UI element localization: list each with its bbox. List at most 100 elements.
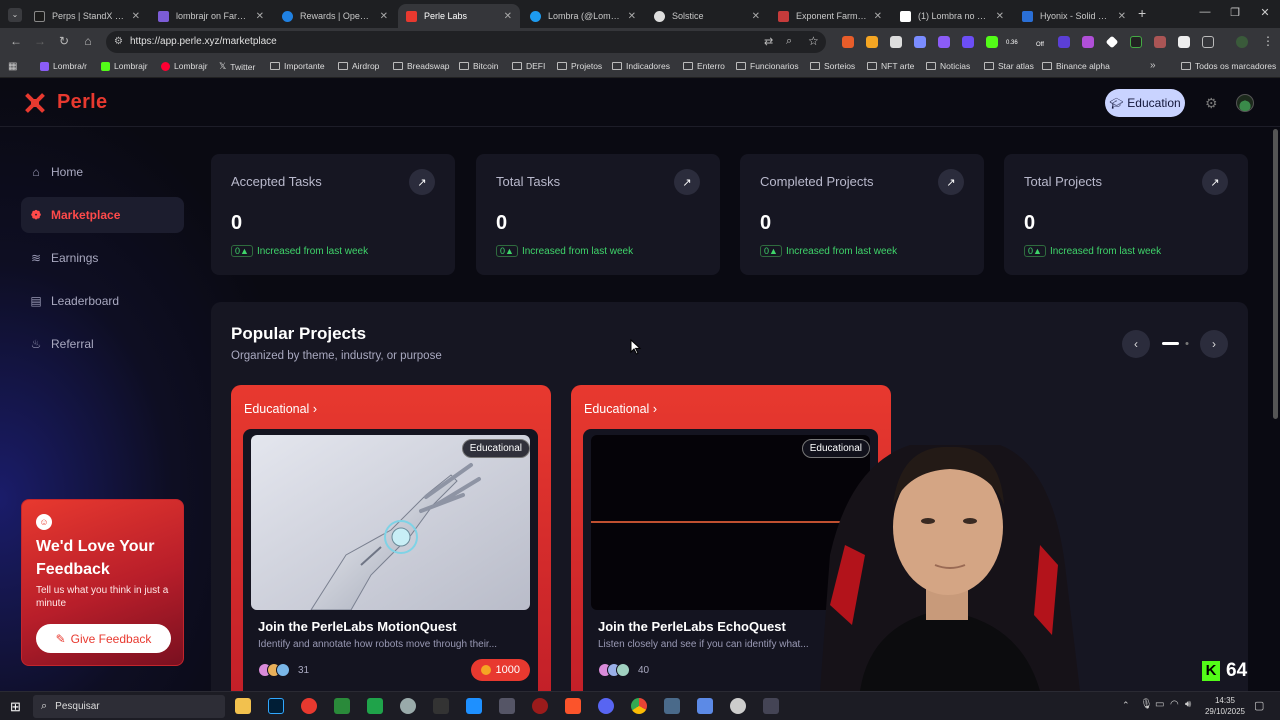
app-settings-icon[interactable] xyxy=(763,698,779,714)
app-blue-icon[interactable] xyxy=(466,698,482,714)
app-dark-icon[interactable] xyxy=(499,698,515,714)
all-bookmarks-folder[interactable]: Todos os marcadores xyxy=(1181,61,1276,71)
tab-search-icon[interactable]: ⌄ xyxy=(8,8,22,22)
new-tab-icon[interactable]: + xyxy=(1138,5,1146,21)
bookmark-star-icon[interactable]: ☆ xyxy=(808,34,819,48)
more-menu-icon[interactable]: ⋮ xyxy=(1262,34,1274,48)
bookmark-item[interactable]: Lombrajr xyxy=(161,61,208,71)
bookmark-item[interactable]: 𝕏 Twitter xyxy=(219,61,255,72)
arrow-up-right-icon[interactable]: ↗ xyxy=(938,169,964,195)
page-scrollbar[interactable] xyxy=(1273,129,1278,419)
bookmark-folder[interactable]: Sorteios xyxy=(810,61,855,71)
extension-chart-icon[interactable] xyxy=(1130,36,1142,48)
bookmark-folder[interactable]: DEFI xyxy=(512,61,545,71)
app-red-icon[interactable] xyxy=(301,698,317,714)
windows-start-icon[interactable]: ⊞ xyxy=(10,699,21,715)
close-icon[interactable]: ✕ xyxy=(996,11,1004,22)
extension-cloud-icon[interactable] xyxy=(914,36,926,48)
extension-brown-icon[interactable] xyxy=(1154,36,1166,48)
reload-icon[interactable]: ↻ xyxy=(56,34,72,48)
epic-games-icon[interactable] xyxy=(433,698,449,714)
tray-overflow-icon[interactable]: ⌃ xyxy=(1122,700,1130,711)
tab-farcaster[interactable]: lombrajr on Farcaster✕ xyxy=(150,4,272,28)
give-feedback-button[interactable]: ✎ Give Feedback xyxy=(36,624,171,653)
arrow-up-right-icon[interactable]: ↗ xyxy=(674,169,700,195)
file-explorer-icon[interactable] xyxy=(235,698,251,714)
tab-opensea[interactable]: Rewards | OpenSea ✕ xyxy=(274,4,396,28)
bookmark-folder[interactable]: Breadswap xyxy=(393,61,450,71)
volume-icon[interactable]: 🔊︎ xyxy=(1185,699,1191,710)
bookmark-folder[interactable]: Noticias xyxy=(926,61,970,71)
restore-icon[interactable]: ❐ xyxy=(1220,6,1250,19)
chrome-icon[interactable] xyxy=(631,698,647,714)
project-category[interactable]: Educational › xyxy=(244,402,317,416)
bookmark-folder[interactable]: Bitcoin xyxy=(459,61,499,71)
url-bar[interactable]: ⚙ https://app.perle.xyz/marketplace ⇄ ⌕ … xyxy=(106,31,826,53)
carousel-next-button[interactable]: › xyxy=(1200,330,1228,358)
notification-icon[interactable]: ▢ xyxy=(1254,699,1264,712)
close-icon[interactable]: ✕ xyxy=(380,11,388,22)
bookmark-folder[interactable]: NFT arte xyxy=(867,61,914,71)
extension-p-icon[interactable] xyxy=(1058,36,1070,48)
photoshop-icon[interactable] xyxy=(268,698,284,714)
profile-avatar-icon[interactable] xyxy=(1236,36,1248,48)
brave-icon[interactable] xyxy=(565,698,581,714)
app-gray-icon[interactable] xyxy=(400,698,416,714)
extension-square-icon[interactable] xyxy=(1178,36,1190,48)
arrow-up-right-icon[interactable]: ↗ xyxy=(409,169,435,195)
wifi-icon[interactable]: ◠ xyxy=(1170,699,1179,710)
close-icon[interactable]: ✕ xyxy=(256,11,264,22)
bookmark-folder[interactable]: Binance alpha xyxy=(1042,61,1110,71)
project-category[interactable]: Educational › xyxy=(584,402,657,416)
sidebar-item-referral[interactable]: ♨ Referral xyxy=(21,326,184,362)
extension-wallet-icon[interactable] xyxy=(890,36,902,48)
arrow-up-right-icon[interactable]: ↗ xyxy=(1202,169,1228,195)
window-close-icon[interactable]: ✕ xyxy=(1250,6,1280,19)
close-icon[interactable]: ✕ xyxy=(1118,11,1126,22)
tab-standx[interactable]: Perps | StandX Perps✕ xyxy=(26,4,148,28)
sidebar-item-leaderboard[interactable]: ▤ Leaderboard xyxy=(21,283,184,319)
app-green-icon[interactable] xyxy=(334,698,350,714)
bookmark-folder[interactable]: Enterro xyxy=(683,61,725,71)
carousel-prev-button[interactable]: ‹ xyxy=(1122,330,1150,358)
app-person-icon[interactable] xyxy=(664,698,680,714)
close-icon[interactable]: ✕ xyxy=(628,11,636,22)
taskbar-clock[interactable]: 14:35 29/10/2025 xyxy=(1200,695,1250,717)
forward-icon[interactable]: → xyxy=(32,34,48,48)
settings-gear-icon[interactable]: ⚙ xyxy=(1205,95,1218,112)
extension-phantom-icon[interactable] xyxy=(938,36,950,48)
bookmark-folder[interactable]: Projetos xyxy=(557,61,602,71)
tab-solstice[interactable]: Solstice ✕ xyxy=(646,4,768,28)
bookmark-folder[interactable]: Star atlas xyxy=(984,61,1034,71)
extension-magenta-icon[interactable] xyxy=(1082,36,1094,48)
sidebar-item-home[interactable]: ⌂ Home xyxy=(21,154,184,190)
tab-lombra-x[interactable]: Lombra (@Lombrajr)✕ xyxy=(522,4,644,28)
education-button[interactable]: 🎓︎ Education xyxy=(1105,89,1185,117)
taskbar-search[interactable]: ⌕ Pesquisar xyxy=(33,695,225,718)
app-white-icon[interactable] xyxy=(730,698,746,714)
minimize-icon[interactable]: — xyxy=(1190,6,1220,18)
user-avatar[interactable] xyxy=(1236,94,1254,112)
network-icon[interactable]: ▭ xyxy=(1155,699,1164,710)
site-info-icon[interactable]: ⚙ xyxy=(114,36,123,47)
tab-hyonix[interactable]: Hyonix - Solid and af✕ xyxy=(1014,4,1134,28)
zoom-icon[interactable]: ⌕ xyxy=(786,35,792,48)
close-icon[interactable]: ✕ xyxy=(132,11,140,22)
bookmark-folder[interactable]: Indicadores xyxy=(612,61,670,71)
sidebar-item-marketplace[interactable]: ❁ Marketplace xyxy=(21,197,184,233)
tab-perle-labs[interactable]: Perle Labs ✕ xyxy=(398,4,520,28)
project-card-motionquest[interactable]: Educational › Educational Join the Perle… xyxy=(231,385,551,691)
extension-fox-icon[interactable] xyxy=(842,36,854,48)
bookmark-folder[interactable]: Importante xyxy=(270,61,325,71)
home-browser-icon[interactable]: ⌂ xyxy=(80,34,96,48)
tab-exponent[interactable]: Exponent Farm — Fe✕ xyxy=(770,4,890,28)
calculator-icon[interactable] xyxy=(697,698,713,714)
bookmark-item[interactable]: Lombrajr xyxy=(101,61,148,71)
close-icon[interactable]: ✕ xyxy=(752,11,760,22)
extensions-puzzle-icon[interactable] xyxy=(1202,36,1214,48)
bookmark-folder[interactable]: Airdrop xyxy=(338,61,379,71)
more-bookmarks-icon[interactable]: » xyxy=(1150,60,1156,71)
bookmark-folder[interactable]: Funcionarios xyxy=(736,61,799,71)
sidebar-item-earnings[interactable]: ≋ Earnings xyxy=(21,240,184,276)
back-icon[interactable]: ← xyxy=(8,34,24,48)
